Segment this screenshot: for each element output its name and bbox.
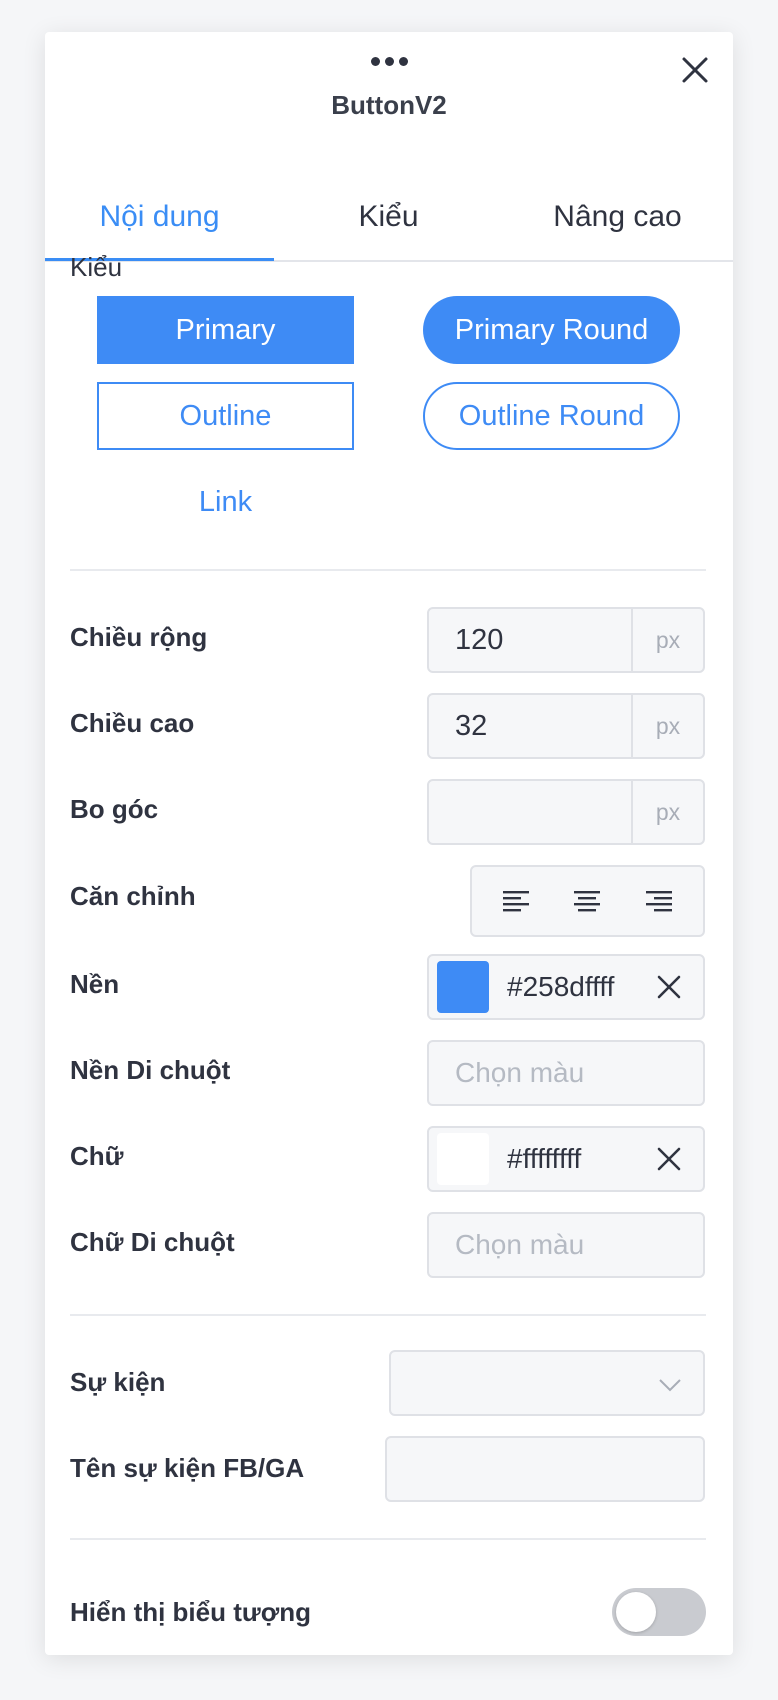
divider (70, 1314, 706, 1316)
chevron-down-icon (659, 1379, 681, 1392)
text-color-label: Chữ (70, 1141, 124, 1171)
align-center-icon (574, 891, 601, 912)
tab-advanced[interactable]: Nâng cao (503, 172, 732, 258)
tab-style[interactable]: Kiểu (274, 172, 503, 258)
divider (70, 1538, 706, 1540)
background-color-swatch[interactable] (437, 961, 489, 1013)
width-unit: px (631, 609, 703, 671)
background-hover-color-input[interactable]: Chọn màu (427, 1040, 705, 1106)
close-icon (682, 57, 708, 83)
toggle-knob (616, 1592, 656, 1632)
width-label: Chiều rộng (70, 622, 208, 652)
drag-handle-icon[interactable] (369, 52, 409, 70)
text-hover-color-input[interactable]: Chọn màu (427, 1212, 705, 1278)
background-hover-placeholder: Chọn màu (455, 1057, 585, 1088)
text-color-value[interactable]: #ffffffff (489, 1143, 649, 1175)
background-color-input[interactable]: #258dffff (427, 954, 705, 1020)
radius-label: Bo góc (70, 794, 159, 824)
divider (70, 569, 706, 571)
style-section-label: Kiểu (70, 252, 123, 282)
background-color-label: Nền (70, 969, 120, 999)
width-value[interactable]: 120 (429, 609, 631, 671)
event-label: Sự kiện (70, 1367, 166, 1397)
style-outline-button[interactable]: Outline (97, 382, 354, 450)
height-unit: px (631, 695, 703, 757)
background-color-value[interactable]: #258dffff (489, 971, 649, 1003)
clear-background-color-button[interactable] (649, 967, 689, 1007)
button-settings-panel: ButtonV2 Nội dung Kiểu Nâng cao Kiểu Pri… (45, 32, 733, 1655)
close-button[interactable] (675, 50, 715, 90)
text-hover-placeholder: Chọn màu (455, 1229, 585, 1260)
event-name-label: Tên sự kiện FB/GA (70, 1453, 305, 1483)
align-group (470, 865, 705, 937)
align-label: Căn chỉnh (70, 881, 196, 911)
text-color-swatch[interactable] (437, 1133, 489, 1185)
align-right-button[interactable] (638, 881, 678, 921)
tab-bar: Nội dung Kiểu Nâng cao (45, 172, 733, 262)
align-center-button[interactable] (567, 881, 607, 921)
style-primary-button[interactable]: Primary (97, 296, 354, 364)
height-label: Chiều cao (70, 708, 195, 738)
show-icon-label: Hiển thị biểu tượng (70, 1597, 311, 1627)
style-primary-round-button[interactable]: Primary Round (423, 296, 680, 364)
clear-text-color-button[interactable] (649, 1139, 689, 1179)
style-link-button[interactable]: Link (97, 468, 354, 536)
radius-value[interactable] (429, 781, 631, 843)
style-outline-round-button[interactable]: Outline Round (423, 382, 680, 450)
close-icon (657, 1147, 681, 1171)
radius-input[interactable]: px (427, 779, 705, 845)
text-color-input[interactable]: #ffffffff (427, 1126, 705, 1192)
panel-title: ButtonV2 (331, 90, 447, 120)
width-input[interactable]: 120 px (427, 607, 705, 673)
tab-content[interactable]: Nội dung (45, 172, 274, 261)
align-right-icon (645, 891, 672, 912)
radius-unit: px (631, 781, 703, 843)
height-input[interactable]: 32 px (427, 693, 705, 759)
align-left-button[interactable] (497, 881, 537, 921)
background-hover-color-label: Nền Di chuột (70, 1055, 231, 1085)
show-icon-toggle[interactable] (612, 1588, 706, 1636)
event-select[interactable] (389, 1350, 705, 1416)
align-left-icon (503, 891, 530, 912)
height-value[interactable]: 32 (429, 695, 631, 757)
text-hover-color-label: Chữ Di chuột (70, 1227, 235, 1257)
event-name-input[interactable] (385, 1436, 705, 1502)
close-icon (657, 975, 681, 999)
